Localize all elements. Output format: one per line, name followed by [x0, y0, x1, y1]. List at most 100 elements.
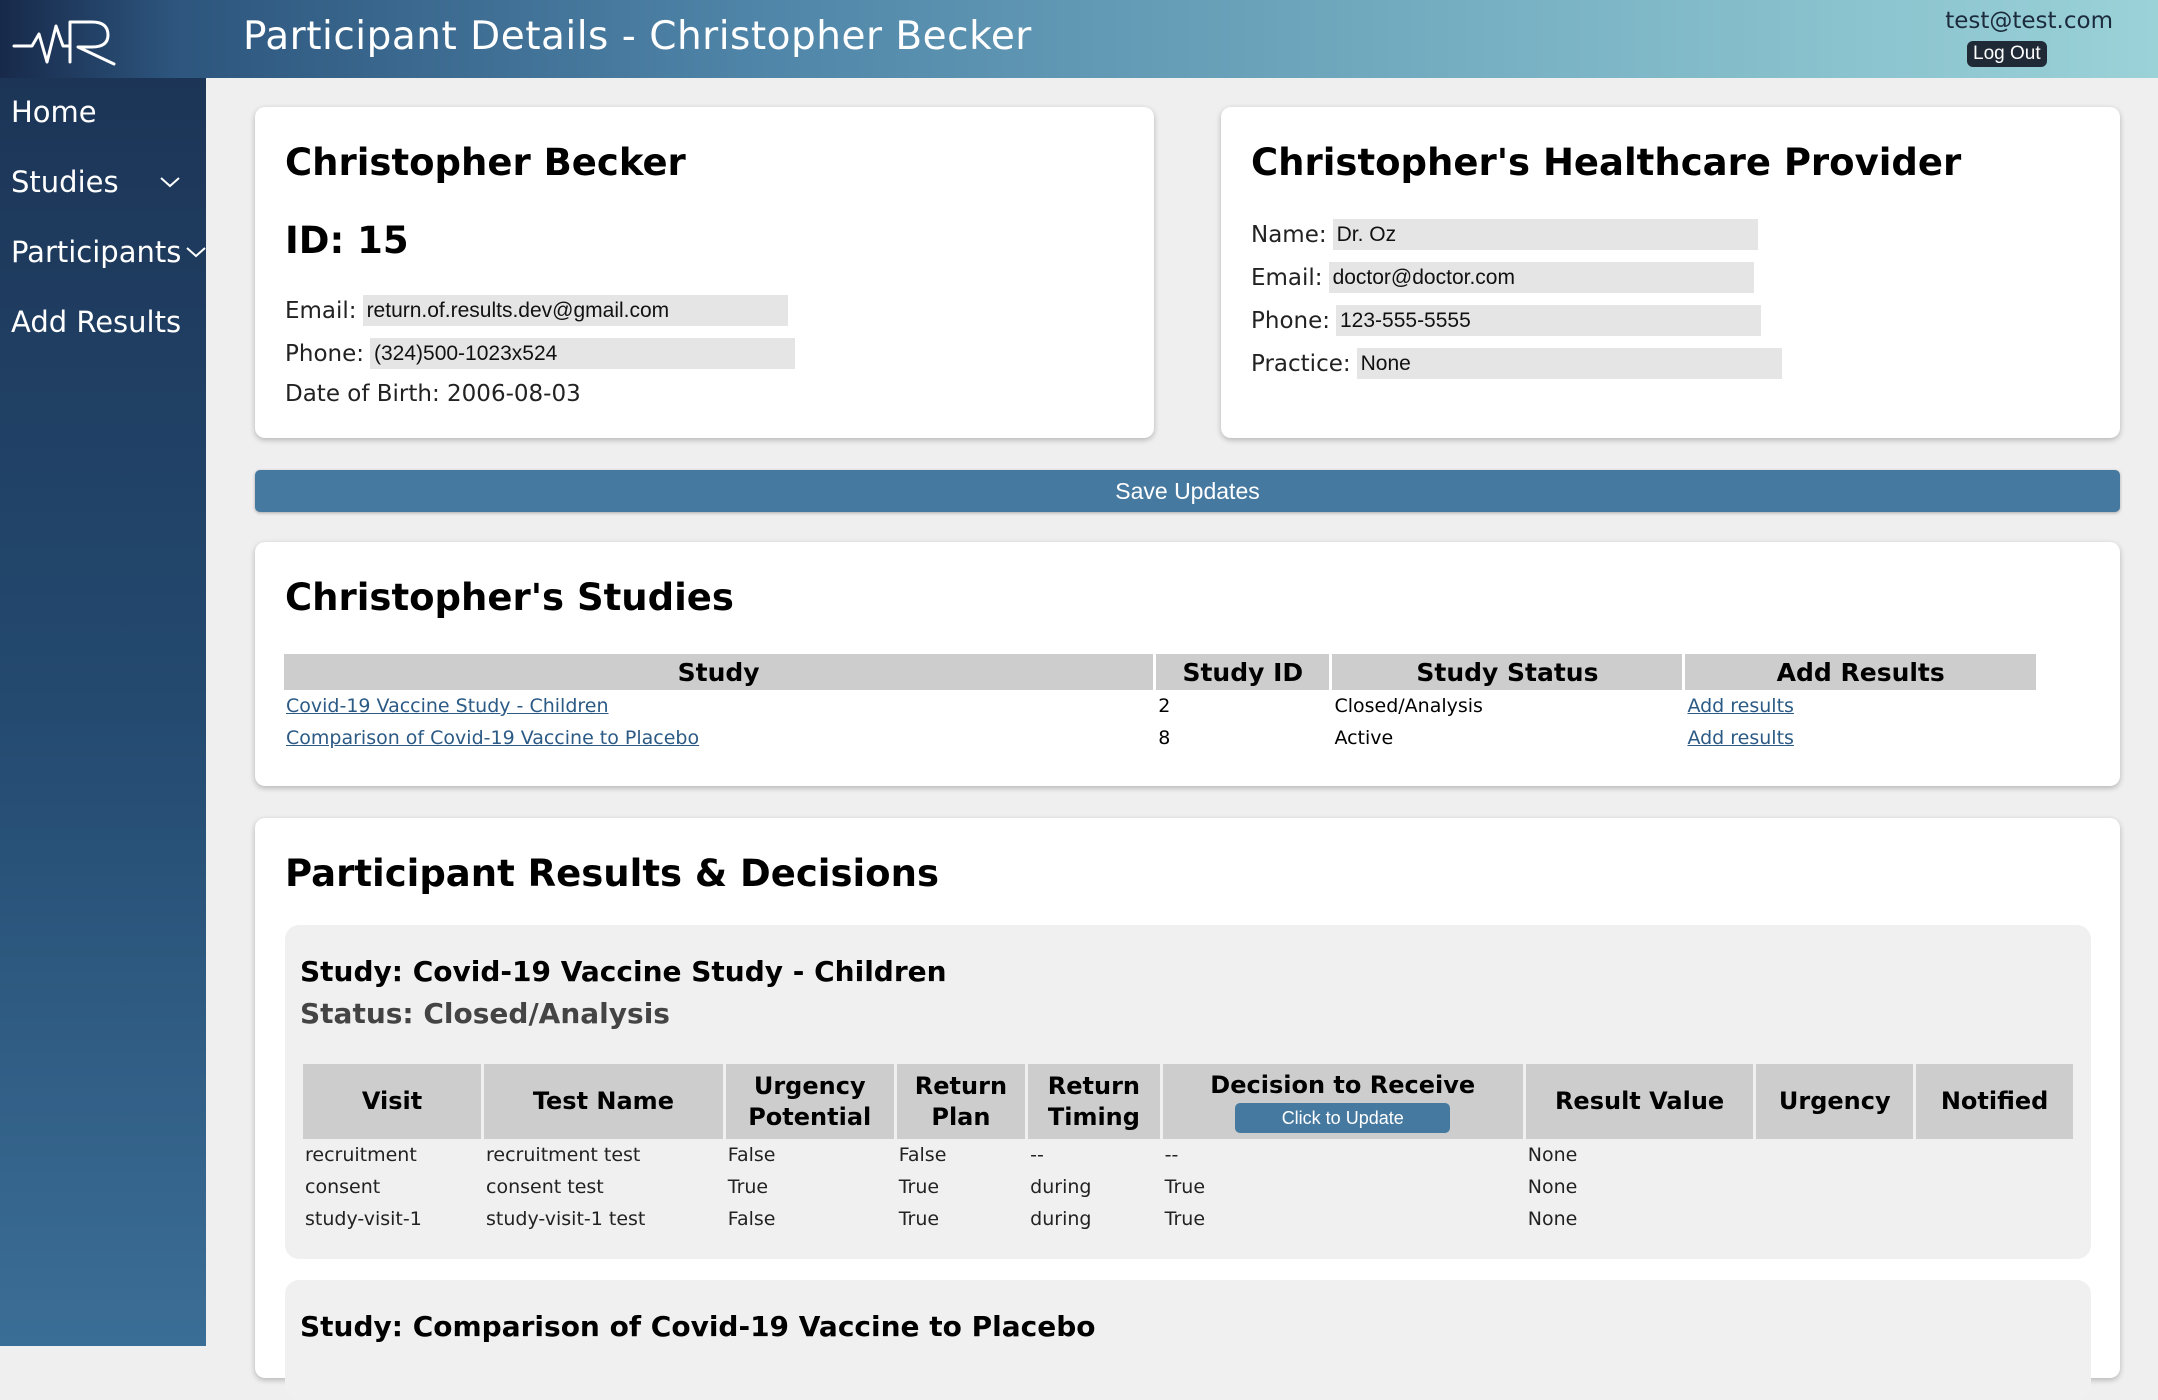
main-content: Christopher Becker ID: 15 Email: return.…: [206, 78, 2158, 1400]
study-title: Study: Comparison of Covid-19 Vaccine to…: [300, 1310, 1096, 1343]
click-to-update-button[interactable]: Click to Update: [1235, 1103, 1451, 1133]
table-header-row: Study Study ID Study Status Add Results: [284, 654, 2036, 690]
return-plan-cell: True: [898, 1176, 940, 1198]
email-label: Email:: [1251, 264, 1323, 291]
name-label: Name:: [1251, 221, 1327, 248]
return-plan-cell: False: [898, 1144, 947, 1166]
mr-logo-icon[interactable]: [8, 4, 120, 74]
save-updates-button[interactable]: Save Updates: [255, 470, 2120, 512]
provider-practice-row: Practice: None: [1251, 348, 1782, 379]
table-row: Covid-19 Vaccine Study - Children 2 Clos…: [284, 690, 2036, 722]
column-header: Urgency: [1756, 1064, 1914, 1139]
practice-label: Practice:: [1251, 350, 1351, 377]
studies-heading: Christopher's Studies: [285, 576, 734, 619]
sidebar-item-participants[interactable]: Participants: [11, 235, 207, 269]
table-row: consent consent test True True during Tr…: [303, 1171, 2073, 1203]
study-results-panel: Study: Comparison of Covid-19 Vaccine to…: [285, 1280, 2091, 1400]
decision-cell: True: [1164, 1208, 1206, 1230]
studies-card: Christopher's Studies Study Study ID Stu…: [255, 542, 2120, 786]
sidebar-item-label: Add Results: [11, 305, 182, 339]
return-timing-cell: during: [1030, 1208, 1092, 1230]
phone-label: Phone:: [1251, 307, 1330, 334]
notified-cell: [1916, 1171, 2073, 1203]
results-heading: Participant Results & Decisions: [285, 852, 939, 895]
provider-phone-field[interactable]: 123-555-5555: [1336, 305, 1761, 336]
provider-phone-row: Phone: 123-555-5555: [1251, 305, 1761, 336]
test-name-cell: consent test: [486, 1176, 604, 1198]
participant-phone-field[interactable]: (324)500-1023x524: [370, 338, 795, 369]
page-title: Participant Details - Christopher Becker: [243, 14, 1032, 59]
table-header-row: Visit Test Name Urgency Potential Return…: [303, 1064, 2073, 1139]
column-header: Study ID: [1156, 654, 1330, 690]
visit-cell: consent: [305, 1176, 381, 1198]
chevron-down-icon: [159, 177, 180, 188]
column-header-label: Decision to Receive: [1210, 1071, 1476, 1099]
participant-phone-row: Phone: (324)500-1023x524: [285, 338, 795, 369]
table-row: Comparison of Covid-19 Vaccine to Placeb…: [284, 722, 2036, 754]
user-email: test@test.com: [1945, 8, 2113, 34]
urgency-cell: [1756, 1139, 1913, 1171]
provider-practice-field[interactable]: None: [1356, 348, 1782, 379]
urgency-cell: [1756, 1171, 1913, 1203]
urgency-cell: [1756, 1203, 1913, 1235]
column-header: Test Name: [484, 1064, 723, 1139]
study-title: Study: Covid-19 Vaccine Study - Children: [300, 955, 947, 988]
sidebar-item-studies[interactable]: Studies: [11, 165, 181, 199]
sidebar-item-label: Home: [11, 95, 97, 129]
provider-name-field[interactable]: Dr. Oz: [1332, 219, 1758, 250]
study-id: 8: [1158, 727, 1171, 749]
sidebar: Home Studies Participants Add Results: [0, 78, 207, 1346]
column-header: Result Value: [1525, 1064, 1754, 1139]
add-results-link[interactable]: Add results: [1687, 695, 1793, 717]
study-results-panel: Study: Covid-19 Vaccine Study - Children…: [285, 925, 2091, 1259]
study-link[interactable]: Comparison of Covid-19 Vaccine to Placeb…: [286, 727, 699, 749]
table-row: study-visit-1 study-visit-1 test False T…: [303, 1203, 2073, 1235]
study-id: 2: [1158, 695, 1171, 717]
return-timing-cell: during: [1030, 1176, 1092, 1198]
sidebar-item-add-results[interactable]: Add Results: [11, 305, 181, 339]
column-header: Notified: [1916, 1064, 2073, 1139]
sidebar-item-home[interactable]: Home: [11, 95, 97, 129]
visit-cell: recruitment: [305, 1144, 417, 1166]
phone-label: Phone:: [285, 340, 364, 367]
return-plan-cell: True: [898, 1208, 940, 1230]
column-header: Study Status: [1332, 654, 1683, 690]
notified-cell: [1916, 1203, 2073, 1235]
study-status: Active: [1334, 727, 1394, 749]
table-row: recruitment recruitment test False False…: [303, 1139, 2073, 1171]
column-header: Return Timing: [1028, 1064, 1160, 1139]
result-value-cell: None: [1527, 1176, 1578, 1198]
results-card: Participant Results & Decisions Study: C…: [255, 818, 2120, 1400]
study-status: Status: Closed/Analysis: [300, 997, 670, 1030]
participant-email-row: Email: return.of.results.dev@gmail.com: [285, 295, 788, 326]
decision-column-header: Decision to Receive Click to Update: [1162, 1064, 1523, 1139]
provider-email-row: Email: doctor@doctor.com: [1251, 262, 1754, 293]
top-bar: Participant Details - Christopher Becker…: [0, 0, 2158, 78]
add-results-link[interactable]: Add results: [1687, 727, 1793, 749]
column-header: Visit: [303, 1064, 482, 1139]
provider-card: Christopher's Healthcare Provider Name: …: [1221, 107, 2120, 438]
result-value-cell: None: [1527, 1144, 1578, 1166]
participant-id: ID: 15: [285, 219, 409, 262]
participant-email-field[interactable]: return.of.results.dev@gmail.com: [362, 295, 788, 326]
participant-card: Christopher Becker ID: 15 Email: return.…: [255, 107, 1154, 438]
results-table: Visit Test Name Urgency Potential Return…: [300, 1064, 2076, 1235]
provider-email-field[interactable]: doctor@doctor.com: [1328, 262, 1754, 293]
urgency-potential-cell: True: [727, 1176, 769, 1198]
urgency-potential-cell: False: [727, 1144, 776, 1166]
study-link[interactable]: Covid-19 Vaccine Study - Children: [286, 695, 609, 717]
sidebar-item-label: Participants: [11, 235, 182, 269]
visit-cell: study-visit-1: [305, 1208, 422, 1230]
logout-button[interactable]: Log Out: [1967, 41, 2047, 67]
provider-name-row: Name: Dr. Oz: [1251, 219, 1758, 250]
participant-name: Christopher Becker: [285, 141, 686, 184]
urgency-potential-cell: False: [727, 1208, 776, 1230]
test-name-cell: recruitment test: [486, 1144, 641, 1166]
provider-heading: Christopher's Healthcare Provider: [1251, 141, 1962, 184]
column-header: Return Plan: [896, 1064, 1026, 1139]
test-name-cell: study-visit-1 test: [486, 1208, 646, 1230]
column-header: Add Results: [1685, 654, 2036, 690]
sidebar-item-label: Studies: [11, 165, 119, 199]
email-label: Email:: [285, 297, 357, 324]
participant-dob: Date of Birth: 2006-08-03: [285, 381, 581, 407]
